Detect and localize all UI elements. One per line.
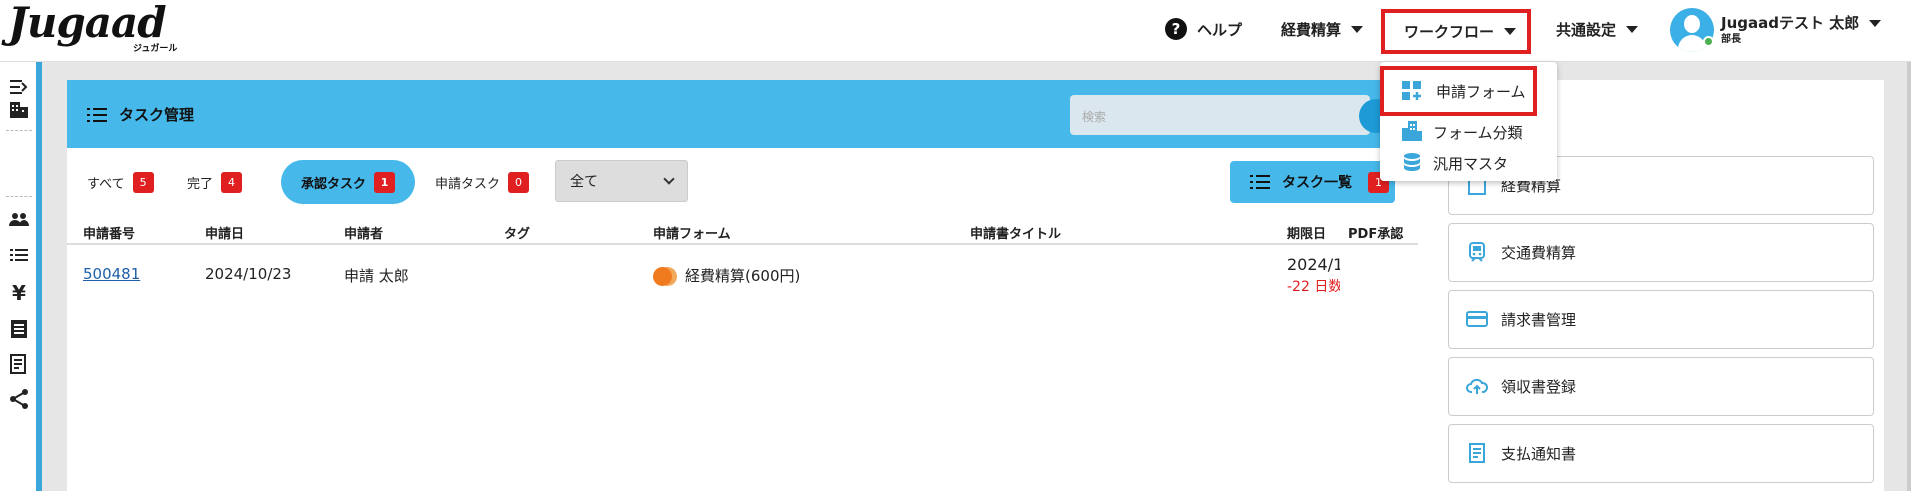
invoice-icon[interactable] <box>8 353 30 375</box>
quick-action-payment-notice[interactable]: 支払通知書 <box>1448 424 1874 483</box>
application-number-link[interactable]: 500481 <box>83 265 140 283</box>
count-badge: 0 <box>508 171 530 193</box>
tab-application[interactable]: 申請タスク 0 <box>415 160 549 204</box>
due-remaining: -22 日数 <box>1287 279 1340 295</box>
workflow-menu-label: ワークフロー <box>1404 23 1495 41</box>
count-badge: 5 <box>132 171 154 193</box>
form-grid-icon <box>1402 81 1421 100</box>
document-icon <box>1465 442 1489 466</box>
table-row[interactable]: 500481 2024/10/23 申請 太郎 経費精算(600円) 2024/… <box>67 245 1418 315</box>
table-header: 申請番号 申請日 申請者 タグ 申請フォーム 申請書タイトル 期限日 PDF承認 <box>67 223 1418 245</box>
tab-approval[interactable]: 承認タスク 1 <box>281 160 416 204</box>
brand-wordmark: Jugaad <box>8 0 167 47</box>
menu-item-general-master[interactable]: 汎用マスタ <box>1380 143 1557 181</box>
column-header[interactable]: 申請フォーム <box>653 223 731 242</box>
task-list-label: タスク一覧 <box>1282 175 1352 191</box>
cloud-upload-icon <box>1465 375 1489 399</box>
yen-icon[interactable]: ¥ <box>8 282 30 304</box>
building-icon <box>1402 121 1422 141</box>
workflow-menu[interactable]: ワークフロー <box>1381 9 1531 54</box>
database-icon <box>1404 153 1420 171</box>
online-status-icon <box>1703 36 1714 47</box>
column-header[interactable]: PDF承認 <box>1348 223 1403 242</box>
caret-down-icon <box>1351 25 1364 33</box>
menu-item-application-form[interactable]: 申請フォーム <box>1380 66 1537 116</box>
tab-label: 承認タスク <box>301 176 367 192</box>
count-badge: 4 <box>221 171 243 193</box>
application-form: 経費精算(600円) <box>653 265 800 287</box>
help-link[interactable]: ? ヘルプ <box>1165 0 1242 58</box>
tab-completed[interactable]: 完了 4 <box>167 160 262 204</box>
task-panel-header: タスク管理 検索 <box>67 80 1418 148</box>
column-header[interactable]: 申請者 <box>344 223 383 242</box>
brand-logo[interactable]: Jugaad ジュガール <box>8 0 180 54</box>
quick-action-invoice[interactable]: 請求書管理 <box>1448 290 1874 349</box>
tab-label: 申請タスク <box>435 176 501 192</box>
quick-action-transport[interactable]: 交通費精算 <box>1448 223 1874 282</box>
help-icon: ? <box>1165 18 1187 40</box>
card-icon <box>1465 308 1489 332</box>
column-header[interactable]: 申請書タイトル <box>970 223 1061 242</box>
list-icon <box>87 107 107 122</box>
expense-menu-label: 経費精算 <box>1281 20 1342 39</box>
users-icon[interactable] <box>8 209 30 231</box>
menu-item-label: 汎用マスタ <box>1433 155 1509 173</box>
coin-icon <box>653 266 677 287</box>
quick-action-label: 支払通知書 <box>1501 445 1577 463</box>
building-icon[interactable] <box>8 98 30 120</box>
quick-action-label: 請求書管理 <box>1501 311 1577 329</box>
sidebar: ¥ <box>0 62 36 491</box>
count-badge: 1 <box>374 171 396 193</box>
list-icon[interactable] <box>8 244 30 266</box>
menu-item-label: フォーム分類 <box>1433 124 1523 142</box>
filter-select[interactable]: 全て <box>555 160 688 202</box>
application-date: 2024/10/23 <box>205 265 292 283</box>
common-settings-menu[interactable]: 共通設定 <box>1556 0 1639 58</box>
tab-label: 完了 <box>187 176 214 192</box>
train-icon <box>1465 241 1489 265</box>
quick-action-label: 領収書登録 <box>1501 378 1577 396</box>
brand-subtitle: ジュガール <box>133 44 178 54</box>
user-role: 部長 <box>1721 33 1741 45</box>
search-input[interactable]: 検索 <box>1070 95 1370 135</box>
application-form-label: 経費精算(600円) <box>685 267 801 285</box>
quick-action-label: 交通費精算 <box>1501 244 1577 262</box>
chevron-down-icon <box>663 173 675 185</box>
share-icon[interactable] <box>8 388 30 410</box>
column-header[interactable]: 申請番号 <box>83 223 135 242</box>
receipt-icon[interactable] <box>8 318 30 340</box>
expense-menu[interactable]: 経費精算 <box>1281 0 1364 58</box>
filter-selected-value: 全て <box>570 174 598 190</box>
tab-label: すべて <box>87 176 125 192</box>
workflow-dropdown-menu: 申請フォーム フォーム分類 汎用マスタ <box>1380 62 1557 181</box>
help-label: ヘルプ <box>1197 20 1243 39</box>
list-icon <box>1250 175 1270 189</box>
caret-down-icon <box>1626 25 1639 33</box>
sidebar-edge <box>36 62 42 491</box>
tab-all[interactable]: すべて 5 <box>67 160 174 204</box>
task-panel-title: タスク管理 <box>119 106 195 124</box>
quick-action-receipt-register[interactable]: 領収書登録 <box>1448 357 1874 416</box>
user-menu[interactable]: Jugaadテスト 太郎 部長 <box>1670 8 1882 52</box>
scrollbar[interactable] <box>1907 62 1911 491</box>
menu-item-label: 申請フォーム <box>1436 83 1526 101</box>
task-tabs: すべて 5 完了 4 承認タスク 1 申請タスク 0 <box>67 160 1418 204</box>
column-header[interactable]: 期限日 <box>1287 223 1326 242</box>
task-list-button[interactable]: タスク一覧 1 <box>1230 161 1395 203</box>
column-header[interactable]: 申請日 <box>205 223 244 242</box>
user-name: Jugaadテスト 太郎 <box>1721 13 1860 32</box>
caret-down-icon <box>1504 28 1517 35</box>
task-panel: タスク管理 検索 すべて 5 完了 4 承認タスク 1 申請タスク 0 全て タ… <box>67 80 1418 491</box>
due-date-cell: 2024/1 -22 日数 <box>1287 255 1340 296</box>
applicant: 申請 太郎 <box>344 267 409 285</box>
common-settings-label: 共通設定 <box>1556 20 1617 39</box>
due-date: 2024/1 <box>1287 255 1340 274</box>
top-header: Jugaad ジュガール ? ヘルプ 経費精算 ワークフロー 共通設定 Juga… <box>0 0 1911 62</box>
caret-down-icon <box>1869 19 1882 27</box>
expand-icon[interactable] <box>8 76 30 98</box>
column-header[interactable]: タグ <box>504 223 530 242</box>
